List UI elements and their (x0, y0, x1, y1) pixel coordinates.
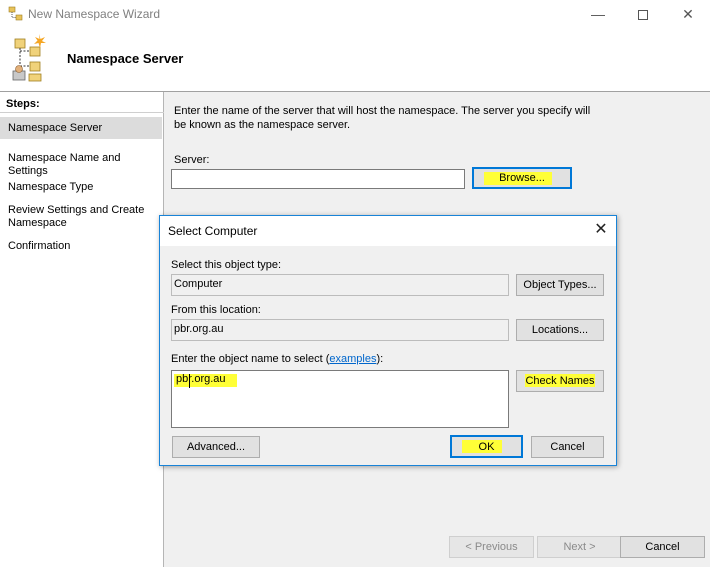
minimize-icon: — (591, 6, 605, 22)
step-namespace-type: Namespace Type (0, 181, 162, 194)
select-computer-dialog: Select Computer ✕ Select this object typ… (159, 215, 617, 466)
server-label: Server: (174, 154, 210, 166)
steps-title: Steps: (6, 98, 40, 110)
step-namespace-server: Namespace Server (0, 117, 162, 139)
minimize-button[interactable]: — (575, 0, 621, 29)
steps-divider (0, 112, 164, 113)
object-name-value: pbr.org.au (176, 373, 226, 385)
text-caret (189, 374, 190, 388)
step-review-settings: Review Settings and Create Namespace (0, 204, 150, 230)
advanced-button[interactable]: Advanced... (172, 436, 260, 458)
page-title: Namespace Server (67, 51, 184, 66)
step-confirmation: Confirmation (0, 240, 162, 253)
object-name-label-end: ): (376, 353, 384, 365)
check-names-label: Check Names (525, 375, 595, 387)
instructions-text: Enter the name of the server that will h… (174, 105, 591, 131)
step-label: Review Settings and Create Namespace (8, 204, 145, 229)
ok-button[interactable]: OK (450, 435, 523, 458)
dialog-cancel-button[interactable]: Cancel (531, 436, 604, 458)
wizard-header: Namespace Server (0, 29, 710, 91)
maximize-icon (638, 10, 648, 21)
ok-button-label: OK (478, 441, 495, 453)
object-type-field: Computer (171, 274, 509, 296)
examples-link[interactable]: examples (329, 353, 376, 365)
location-field: pbr.org.au (171, 319, 509, 341)
object-name-label: Enter the object name to select (example… (171, 353, 383, 365)
step-label: Namespace Type (8, 181, 94, 193)
steps-pane: Steps: Namespace Server Namespace Name a… (0, 92, 164, 567)
object-types-button[interactable]: Object Types... (516, 274, 604, 296)
object-name-label-text: Enter the object name to select ( (171, 353, 330, 365)
step-label: Namespace Server (8, 122, 103, 134)
namespace-wizard-app-icon (8, 6, 23, 21)
check-names-button[interactable]: Check Names (516, 370, 604, 392)
close-icon: ✕ (682, 6, 694, 22)
object-name-value-wrap: pbr.org.au (174, 373, 237, 388)
close-button[interactable]: ✕ (665, 0, 710, 29)
dialog-title-bar: Select Computer ✕ (160, 216, 616, 246)
browse-button-label: Browse... (499, 172, 545, 184)
object-name-input[interactable]: pbr.org.au (171, 370, 509, 428)
dialog-title: Select Computer (168, 224, 258, 238)
close-icon: ✕ (594, 221, 608, 238)
locations-button[interactable]: Locations... (516, 319, 604, 341)
server-input[interactable] (171, 169, 465, 189)
window-title: New Namespace Wizard (28, 7, 161, 21)
next-button[interactable]: Next > (537, 536, 622, 558)
dialog-close-button[interactable]: ✕ (590, 220, 612, 242)
wizard-cancel-button[interactable]: Cancel (620, 536, 705, 558)
object-type-label: Select this object type: (171, 259, 282, 271)
step-label: Namespace Name and Settings (8, 152, 121, 177)
maximize-button[interactable] (620, 0, 666, 29)
step-label: Confirmation (8, 240, 71, 252)
location-label: From this location: (171, 304, 261, 316)
previous-button[interactable]: < Previous (449, 536, 534, 558)
title-bar: New Namespace Wizard — ✕ (0, 0, 710, 29)
browse-button[interactable]: Browse... (472, 167, 572, 189)
step-namespace-name-and-settings: Namespace Name and Settings (0, 152, 162, 178)
namespace-server-header-icon (12, 34, 46, 82)
